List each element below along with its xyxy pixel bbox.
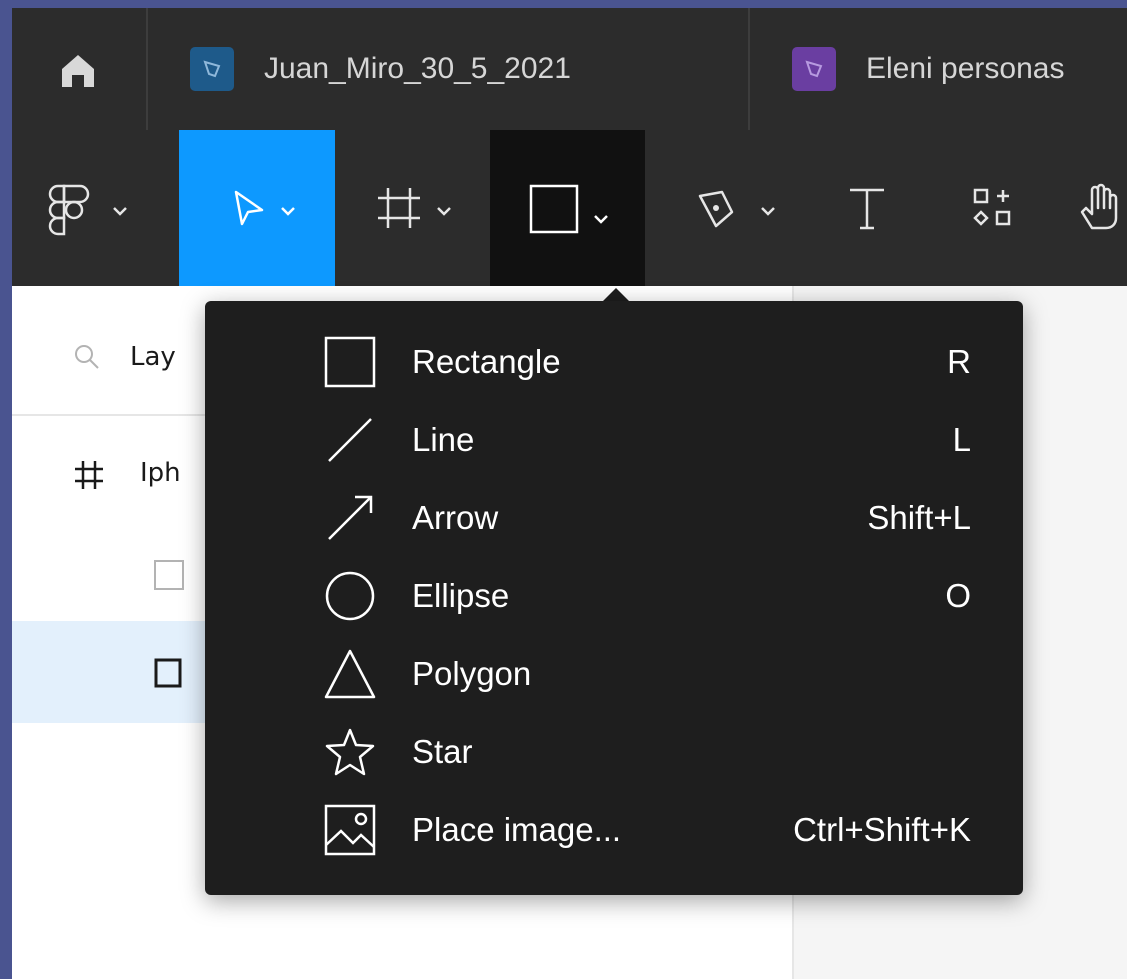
menu-item-shortcut: R [947,343,971,380]
move-tool-button[interactable] [179,130,335,286]
tab-label: Eleni personas [866,52,1065,85]
hand-icon [1080,183,1118,230]
rectangle-layer-icon [154,658,182,688]
search-icon [75,345,99,369]
menu-item-label: Place image... [412,811,622,848]
menu-item-label: Star [412,733,473,770]
file-tab-eleni-personas[interactable]: Eleni personas [750,8,1127,130]
rectangle-icon [324,336,376,388]
rectangle-layer-icon [154,560,184,590]
menu-item-label: Polygon [412,655,532,692]
polygon-icon [324,649,376,699]
hand-tool-button[interactable] [1067,130,1127,286]
menu-item-label: Line [412,421,475,458]
frame-layer-name[interactable]: Iph [140,458,181,488]
resources-icon [973,188,1011,226]
menu-item-line[interactable]: Line L [205,401,1023,479]
figma-window: Juan_Miro_30_5_2021 Eleni personas Lay I… [12,8,1127,979]
menu-item-shortcut: Ctrl+Shift+K [793,811,971,848]
pen-icon [698,190,775,228]
star-icon [325,728,375,776]
rectangle-icon [529,184,608,234]
text-icon [850,188,884,230]
frame-icon [377,188,451,228]
resources-button[interactable] [957,130,1027,286]
menu-item-rectangle[interactable]: Rectangle R [205,323,1023,401]
figma-logo-icon [48,184,127,236]
frame-icon [75,461,103,489]
menu-item-star[interactable]: Star [205,713,1023,791]
shape-tools-button[interactable] [490,130,645,286]
figma-file-icon [792,47,836,91]
menu-item-shortcut: Shift+L [867,499,971,536]
menu-item-place-image[interactable]: Place image... Ctrl+Shift+K [205,791,1023,869]
file-tab-juan-miro[interactable]: Juan_Miro_30_5_2021 [148,8,750,130]
ellipse-icon [325,571,375,621]
arrow-icon [328,495,373,540]
text-tool-button[interactable] [832,130,902,286]
menu-item-arrow[interactable]: Arrow Shift+L [205,479,1023,557]
menu-item-shortcut: L [952,421,971,458]
toolbar [12,130,1127,286]
tab-bar: Juan_Miro_30_5_2021 Eleni personas [12,8,1127,130]
tab-label: Juan_Miro_30_5_2021 [264,52,571,85]
figma-file-icon [190,47,234,91]
main-menu-button[interactable] [32,130,162,286]
menu-item-label: Ellipse [412,577,510,614]
line-icon [328,418,372,462]
menu-item-label: Rectangle [412,343,561,380]
menu-item-label: Arrow [412,499,499,536]
menu-caret [602,288,630,302]
image-icon [324,804,376,856]
home-tab[interactable] [12,8,148,130]
pen-tool-button[interactable] [672,130,802,286]
menu-item-ellipse[interactable]: Ellipse O [205,557,1023,635]
cursor-icon [234,190,295,226]
menu-item-shortcut: O [945,577,971,614]
shape-tools-menu: Rectangle R Line L Arrow Shift+L Ellipse… [205,301,1023,895]
home-icon [62,55,94,87]
menu-item-polygon[interactable]: Polygon [205,635,1023,713]
layers-search-label: Lay [130,342,176,372]
frame-tool-button[interactable] [335,130,490,286]
